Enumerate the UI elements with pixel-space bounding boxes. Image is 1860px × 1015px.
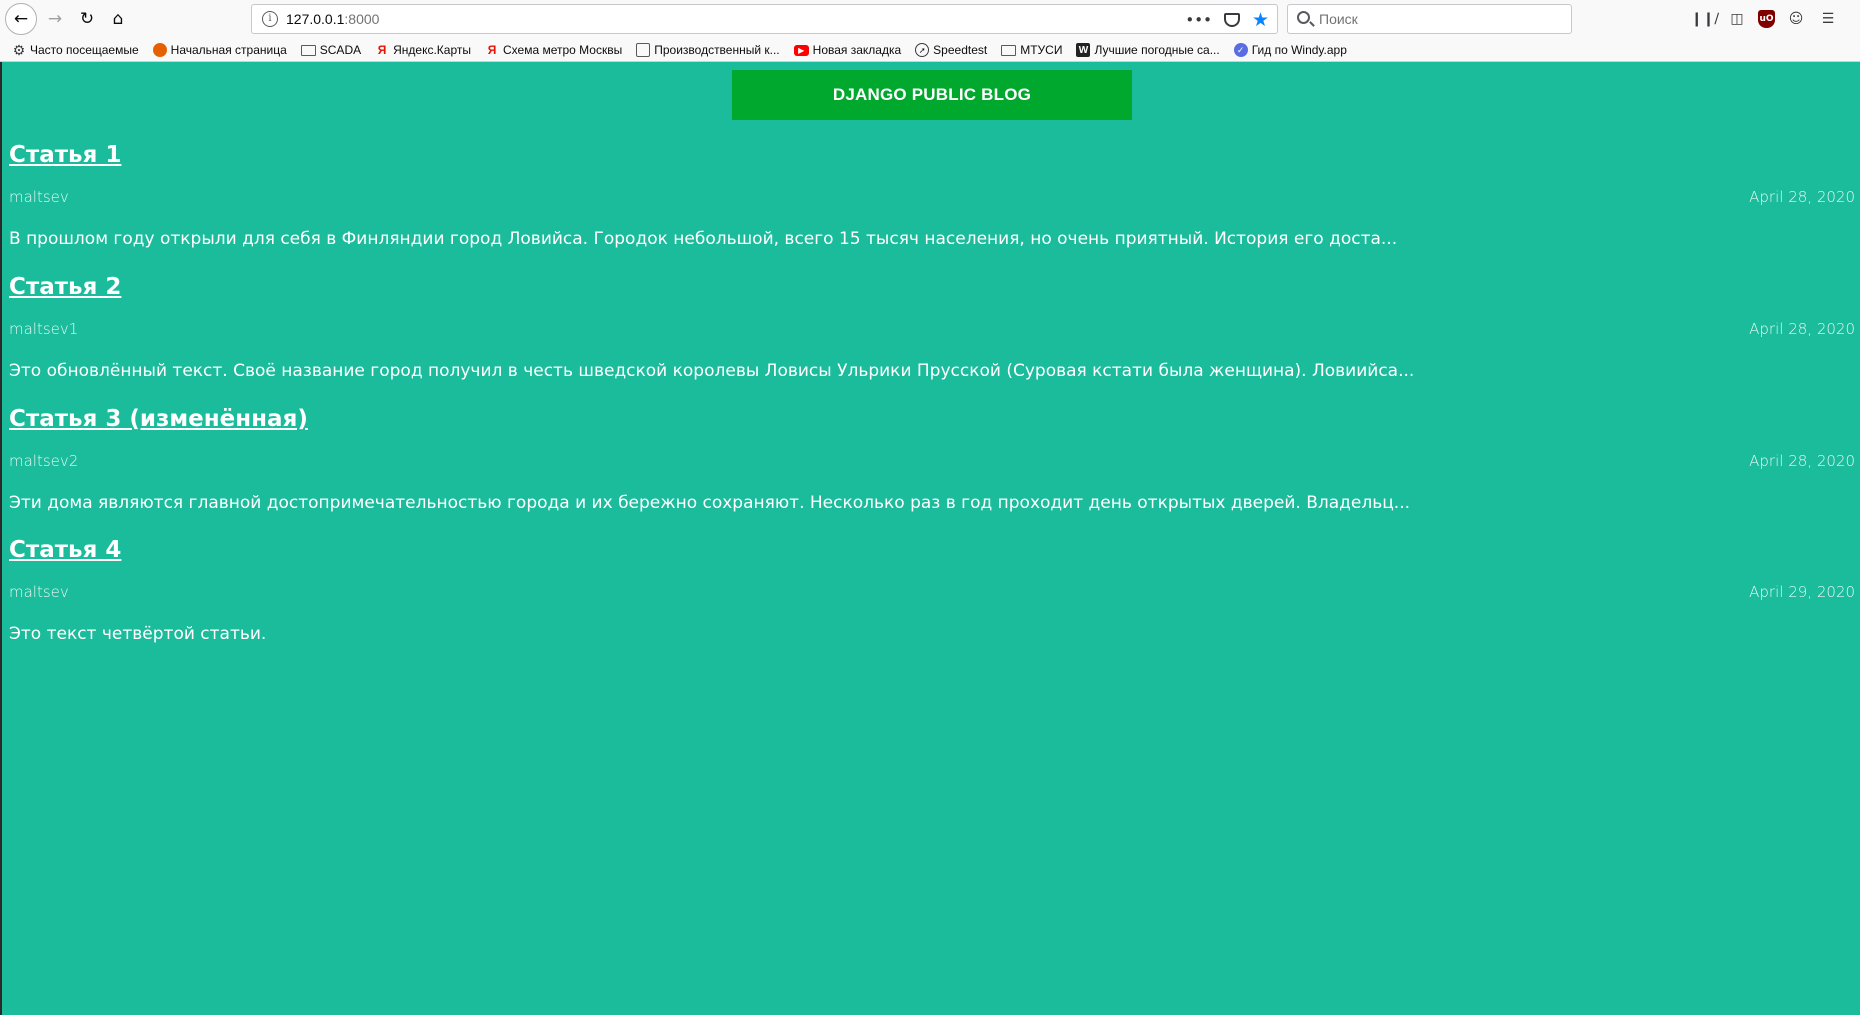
post-excerpt: В прошлом году открыли для себя в Финлян… [9, 229, 1398, 249]
page-content: DJANGO PUBLIC BLOG Статья 1 maltsev Apri… [0, 62, 1860, 1015]
menu-icon[interactable]: ☰ [1817, 8, 1839, 30]
post-date: April 28, 2020 [1749, 320, 1855, 338]
bookmark-item[interactable]: ⚙ Часто посещаемые [12, 41, 139, 58]
bookmark-item[interactable]: Производственный к... [636, 43, 780, 57]
gear-icon: ⚙ [12, 41, 26, 58]
info-icon[interactable]: i [262, 11, 278, 27]
bookmark-star-icon[interactable]: ★ [1252, 9, 1269, 31]
post-meta: maltsev April 28, 2020 [9, 188, 1855, 210]
bookmark-item[interactable]: ✓ Гид по Windy.app [1233, 43, 1347, 57]
bookmark-item[interactable]: Я Яндекс.Карты [375, 43, 471, 57]
firefox-icon [152, 43, 167, 57]
post-date: April 28, 2020 [1749, 188, 1855, 206]
pocket-icon[interactable] [1223, 13, 1240, 27]
url-port: :8000 [344, 11, 380, 27]
url-text[interactable]: 127.0.0.1:8000 [286, 11, 379, 27]
bookmark-item[interactable]: Я Схема метро Москвы [485, 43, 623, 57]
post-meta: maltsev April 29, 2020 [9, 583, 1855, 605]
post-title-link[interactable]: Статья 2 [9, 274, 1855, 300]
bookmark-label: Часто посещаемые [30, 43, 139, 57]
w-icon: W [1076, 43, 1091, 57]
post-title-link[interactable]: Статья 1 [9, 142, 1855, 168]
post-title-link[interactable]: Статья 4 [9, 537, 1855, 563]
yandex-icon: Я [487, 43, 497, 57]
bookmark-label: Производственный к... [654, 43, 780, 57]
post-title-link[interactable]: Статья 3 (изменённая) [9, 406, 1855, 432]
browser-chrome: ← → ↻ ⌂ i 127.0.0.1:8000 ••• ★ Поиск ❙❙∕… [0, 0, 1860, 62]
search-bar[interactable]: Поиск [1287, 4, 1572, 34]
bookmark-label: Яндекс.Карты [393, 43, 471, 57]
forward-arrow-icon[interactable]: → [40, 4, 70, 34]
bookmark-label: Лучшие погодные са... [1094, 43, 1220, 57]
bookmark-label: Speedtest [933, 43, 988, 57]
post-item: Статья 1 maltsev April 28, 2020 В прошло… [9, 142, 1855, 249]
address-bar[interactable]: i 127.0.0.1:8000 ••• ★ [251, 4, 1278, 34]
post-author: maltsev [9, 188, 69, 206]
bookmark-item[interactable]: Начальная страница [152, 43, 287, 57]
bookmark-folder[interactable]: SCADA [300, 43, 362, 57]
bookmark-label: SCADA [319, 43, 362, 57]
document-icon [636, 43, 651, 57]
url-actions: ••• ★ [1185, 9, 1269, 31]
bookmark-label: Гид по Windy.app [1251, 43, 1347, 57]
navigation-toolbar: ← → ↻ ⌂ i 127.0.0.1:8000 ••• ★ Поиск ❙❙∕… [0, 0, 1860, 38]
home-icon[interactable]: ⌂ [103, 4, 133, 34]
speedometer-icon: ➚ [915, 43, 930, 57]
post-date: April 29, 2020 [1749, 583, 1855, 601]
bookmark-item[interactable]: W Лучшие погодные са... [1076, 43, 1220, 57]
library-icon[interactable]: ❙❙∕ [1691, 8, 1719, 30]
bookmark-item[interactable]: ▶ Новая закладка [793, 43, 902, 57]
folder-icon [1001, 44, 1017, 56]
reload-icon[interactable]: ↻ [72, 4, 102, 34]
post-author: maltsev2 [9, 452, 79, 470]
post-item: Статья 3 (изменённая) maltsev2 April 28,… [9, 406, 1855, 513]
search-input[interactable]: Поиск [1319, 11, 1358, 27]
ublock-icon[interactable]: uO [1758, 10, 1775, 28]
url-host: 127.0.0.1 [286, 11, 345, 27]
post-excerpt: Эти дома являются главной достопримечате… [9, 493, 1411, 513]
blog-header-button[interactable]: DJANGO PUBLIC BLOG [732, 70, 1132, 120]
post-date: April 28, 2020 [1749, 452, 1855, 470]
post-item: Статья 2 maltsev1 April 28, 2020 Это обн… [9, 274, 1855, 381]
post-excerpt: Это текст четвёртой статьи. [9, 624, 267, 644]
post-author: maltsev [9, 583, 69, 601]
youtube-icon: ▶ [793, 44, 809, 56]
yandex-icon: Я [377, 43, 387, 57]
bookmark-label: Новая закладка [812, 43, 902, 57]
bookmark-item[interactable]: ➚ Speedtest [915, 43, 987, 57]
post-author: maltsev1 [9, 320, 79, 338]
post-excerpt: Это обновлённый текст. Своё название гор… [9, 361, 1415, 381]
bookmark-label: Схема метро Москвы [503, 43, 623, 57]
bookmark-folder[interactable]: МТУСИ [1001, 43, 1062, 57]
bookmark-label: Начальная страница [170, 43, 287, 57]
bookmark-label: МТУСИ [1020, 43, 1063, 57]
folder-icon [300, 44, 316, 56]
bookmarks-toolbar: ⚙ Часто посещаемые Начальная страница SCA… [0, 38, 1860, 62]
sidebar-icon[interactable]: ◫ [1726, 8, 1748, 30]
search-icon [1297, 11, 1310, 24]
page-actions-ellipsis-icon[interactable]: ••• [1185, 9, 1212, 31]
post-item: Статья 4 maltsev April 29, 2020 Это текс… [9, 537, 1855, 644]
account-icon[interactable]: ☺ [1785, 8, 1807, 30]
post-meta: maltsev1 April 28, 2020 [9, 320, 1855, 342]
back-arrow-icon[interactable]: ← [5, 3, 37, 35]
post-meta: maltsev2 April 28, 2020 [9, 452, 1855, 474]
windy-icon: ✓ [1233, 43, 1248, 57]
toolbar-right: ❙❙∕ ◫ uO ☺ ☰ [1691, 4, 1839, 34]
